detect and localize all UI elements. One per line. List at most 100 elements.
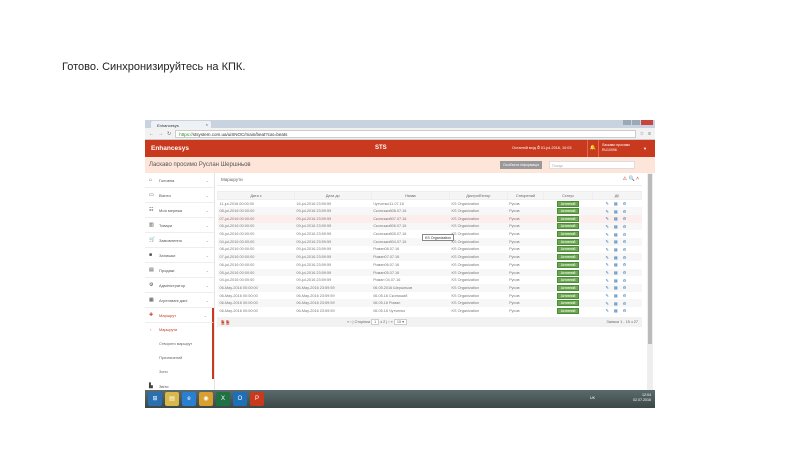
column-header[interactable]: Статус [543,191,593,200]
reload-icon[interactable]: ↻ [167,131,171,137]
sidebar-item[interactable]: 🛒 Замовлення ⌄ [145,233,214,248]
row-actions[interactable]: ✎ ▦ ⚙ [592,200,641,208]
next-page-button[interactable]: › [388,320,389,324]
sidebar-subitem[interactable]: Маршрути [145,323,214,337]
language-indicator[interactable]: UK [590,396,595,400]
taskbar-app-icon[interactable]: O [233,392,247,406]
last-page-button[interactable]: » [391,320,393,324]
taskbar-app-icon[interactable]: X [216,392,230,406]
column-header[interactable]: Дата до [293,191,372,200]
table-row[interactable]: 06-May-2016 00:00:00 06-May-2016 23:59:59… [218,292,642,300]
search-input[interactable]: Пошук [549,161,635,169]
row-actions[interactable]: ✎ ▦ ⚙ [592,222,642,231]
per-page-select[interactable]: 15 ▾ [393,318,408,325]
url-path: stsystem.com.ua/uiSNOC/main/beat?cat=bea… [192,131,288,137]
prev-page-button[interactable]: ‹ [350,320,351,324]
bell-icon[interactable]: 🔔 [587,140,599,157]
column-header[interactable]: Дата з [217,191,295,200]
sidebar-item[interactable]: ✚ Маршрут ⌄ [145,308,214,323]
sidebar-icon: ⌂ [149,177,153,183]
column-header[interactable]: Дистриб'ютор [448,191,508,200]
bookmark-star-icon[interactable]: ☆ [640,131,644,137]
url-input[interactable]: https://stsystem.com.ua/uiSNOC/main/beat… [175,129,636,138]
menu-icon[interactable]: ≡ [648,131,651,137]
row-actions[interactable]: ✎ ▦ ⚙ [592,214,642,223]
sidebar-subitem[interactable]: Створити маршрут [145,337,214,351]
sidebar-item[interactable]: ⚙ Адміністратор ⌄ [145,278,214,293]
table-row[interactable]: 05-jul-2016 00:00:00 09-jul-2016 23:59:59… [217,268,642,277]
table-cell: Активний [544,261,593,269]
table-row[interactable]: 06-May-2016 00:00:00 06-May-2016 23:59:59… [218,307,642,315]
sidebar-item[interactable]: ▥ Товари ⌄ [145,218,214,233]
table-row[interactable]: 06-jul-2016 00:00:00 09-jul-2016 23:59:59… [218,261,642,269]
taskbar-app-icon[interactable]: ⊞ [148,392,162,406]
first-page-button[interactable]: « [347,320,349,324]
clock-date: 02.07.2016 [633,398,651,402]
table-cell: Русов [507,222,544,231]
row-actions[interactable]: ✎ ▦ ⚙ [592,253,642,261]
taskbar-app-icon[interactable]: e [182,392,196,406]
maximize-button[interactable] [632,120,640,125]
close-window-button[interactable] [641,120,653,125]
sidebar-item[interactable]: ▭ Візити ⌄ [145,188,214,203]
back-icon[interactable]: ← [149,131,154,137]
table-row[interactable]: 08-jul-2016 00:00:00 09-jul-2016 23:59:59… [217,207,642,215]
scrollbar-thumb[interactable] [648,174,652,344]
forward-icon[interactable]: → [158,131,163,137]
table-row[interactable]: 07-jul-2016 00:00:00 09-jul-2016 23:59:59… [217,214,642,223]
row-actions[interactable]: ✎ ▦ ⚙ [592,307,641,315]
row-actions[interactable]: ✎ ▦ ⚙ [592,284,642,292]
sidebar-item[interactable]: ▤ Продажі ⌄ [145,263,214,278]
sidebar-item[interactable]: ■ Залишки ⌄ [145,248,214,263]
sidebar-item-label: Товари [159,222,173,228]
clock[interactable]: 12:04 02.07.2016 [633,393,651,403]
row-actions[interactable]: ✎ ▦ ⚙ [592,276,641,284]
column-header[interactable]: Дії [591,191,643,200]
row-actions[interactable]: ✎ ▦ ⚙ [592,268,642,277]
row-actions[interactable]: ✎ ▦ ⚙ [592,261,641,269]
scrollbar[interactable] [647,173,653,390]
taskbar-app-icon[interactable]: ▤ [165,392,179,406]
app-name: STS [375,145,387,151]
page-input[interactable]: 1 [371,318,380,325]
column-header[interactable]: Створений [506,191,545,200]
chevron-down-icon: ⌄ [205,267,209,273]
minimize-button[interactable] [623,120,631,125]
row-actions[interactable]: ✎ ▦ ⚙ [592,207,642,215]
browser-tab[interactable]: Enhancesys × [151,121,211,128]
caret-down-icon[interactable]: ▼ [643,146,647,151]
table-row[interactable]: 06-May-2016 00:00:00 06-May-2016 23:59:59… [217,284,642,292]
row-actions[interactable]: ✎ ▦ ⚙ [592,246,641,254]
row-actions[interactable]: ✎ ▦ ⚙ [592,230,641,238]
sidebar-item-label: Залишки [159,252,176,258]
user-menu[interactable]: Ласкаво просимо RU10096 [602,143,630,152]
taskbar-app-icon[interactable]: ◉ [199,392,213,406]
window-controls [623,120,653,125]
personal-info-button[interactable]: Особиста інформація [500,161,543,169]
sidebar-item[interactable]: ▦ Агреговані дані ⌄ [145,293,214,308]
table-cell: KS Organization [451,201,480,206]
row-actions[interactable]: ✎ ▦ ⚙ [592,299,642,308]
logo[interactable]: Enhancesys [151,145,189,152]
sidebar-subitem[interactable]: Призначений [145,351,214,365]
sidebar-item[interactable]: ⌂ Головна ⌄ [145,173,214,188]
table-row[interactable]: 08-jul-2016 00:00:00 09-jul-2016 23:59:59… [218,246,642,254]
export-pdf-icons[interactable]: 🗎 🗎 [221,319,230,327]
table-row[interactable]: 06-jul-2016 00:00:00 09-jul-2016 23:59:59… [217,222,642,231]
table-row[interactable]: 11-jul-2016 00:00:00 16-jul-2016 23:59:59… [218,200,642,208]
row-actions[interactable]: ✎ ▦ ⚙ [592,292,641,300]
table-cell: Роман05.07.16 [371,268,450,277]
table-row[interactable]: 07-jul-2016 00:00:00 09-jul-2016 23:59:59… [217,253,642,261]
column-header[interactable]: Назва [370,191,450,200]
row-actions[interactable]: ✎ ▦ ⚙ [592,237,642,246]
taskbar-app-icon[interactable]: P [250,392,264,406]
sidebar-item[interactable]: ☷ Моя мережа ⌄ [145,203,214,218]
sidebar-subitem[interactable]: Зони [145,365,214,379]
panel-tools[interactable]: ⚠ 🔍 ˄ [623,176,639,182]
table-row[interactable]: 06-May-2016 00:00:00 06-May-2016 23:59:59… [217,299,642,308]
table-row[interactable]: 04-jul-2016 00:00:00 09-jul-2016 23:59:59… [218,276,642,284]
table-cell: 09-jul-2016 23:59:59 [294,207,372,215]
table-cell: KS Organization [451,262,480,267]
table-cell: Русов [509,293,520,298]
close-tab-icon[interactable]: × [206,122,208,127]
